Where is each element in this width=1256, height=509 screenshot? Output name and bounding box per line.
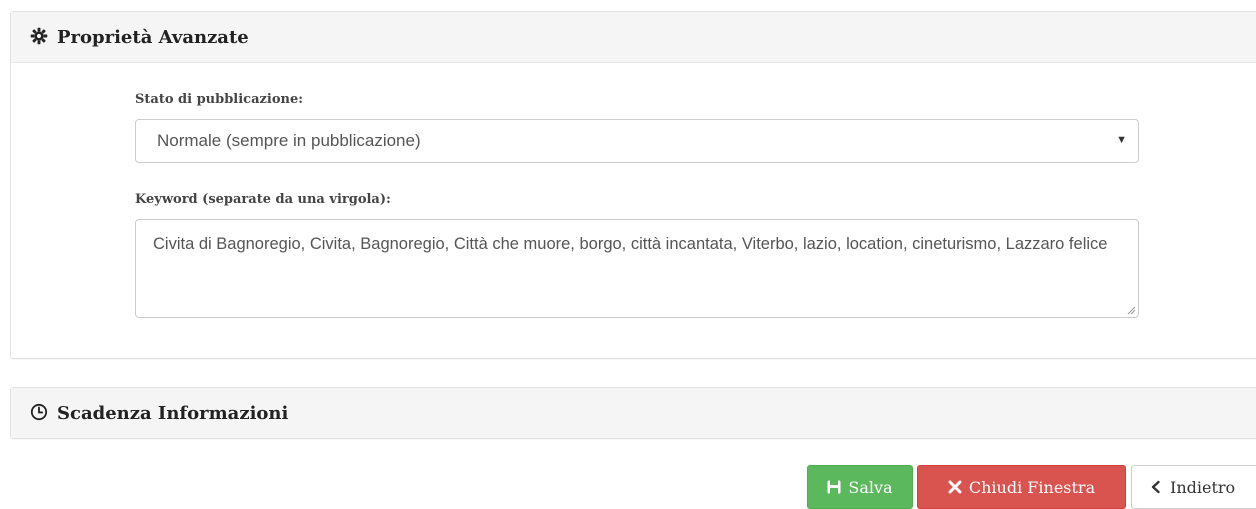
expiry-info-title: Scadenza Informazioni xyxy=(57,402,289,424)
close-window-button[interactable]: Chiudi Finestra xyxy=(917,465,1126,509)
gear-icon xyxy=(30,27,50,47)
save-label: Salva xyxy=(848,477,893,497)
expiry-info-header[interactable]: Scadenza Informazioni xyxy=(11,388,1256,438)
advanced-properties-panel: Proprietà Avanzate Stato di pubblicazion… xyxy=(10,11,1256,359)
advanced-properties-title: Proprietà Avanzate xyxy=(57,26,249,48)
publication-state-label: Stato di pubblicazione: xyxy=(135,92,304,107)
close-window-label: Chiudi Finestra xyxy=(968,477,1096,497)
close-icon xyxy=(948,480,962,494)
keywords-value: Civita di Bagnoregio, Civita, Bagnoregio… xyxy=(153,235,1108,253)
save-button[interactable]: Salva xyxy=(807,465,913,509)
resize-grip-icon[interactable] xyxy=(1127,306,1136,315)
keywords-textarea[interactable]: Civita di Bagnoregio, Civita, Bagnoregio… xyxy=(135,219,1139,318)
chevron-left-icon xyxy=(1151,480,1160,494)
advanced-properties-header[interactable]: Proprietà Avanzate xyxy=(11,12,1256,63)
keywords-label: Keyword (separate da una virgola): xyxy=(135,192,391,207)
floppy-disk-icon xyxy=(827,480,841,494)
publication-state-select[interactable]: Normale (sempre in pubblicazione) ▼ xyxy=(135,119,1139,163)
dropdown-arrow-icon: ▼ xyxy=(1116,134,1127,146)
clock-icon xyxy=(30,403,50,423)
publication-state-value: Normale (sempre in pubblicazione) xyxy=(157,131,421,150)
expiry-info-panel: Scadenza Informazioni xyxy=(10,387,1256,439)
back-button[interactable]: Indietro xyxy=(1131,465,1256,509)
back-label: Indietro xyxy=(1170,477,1236,497)
